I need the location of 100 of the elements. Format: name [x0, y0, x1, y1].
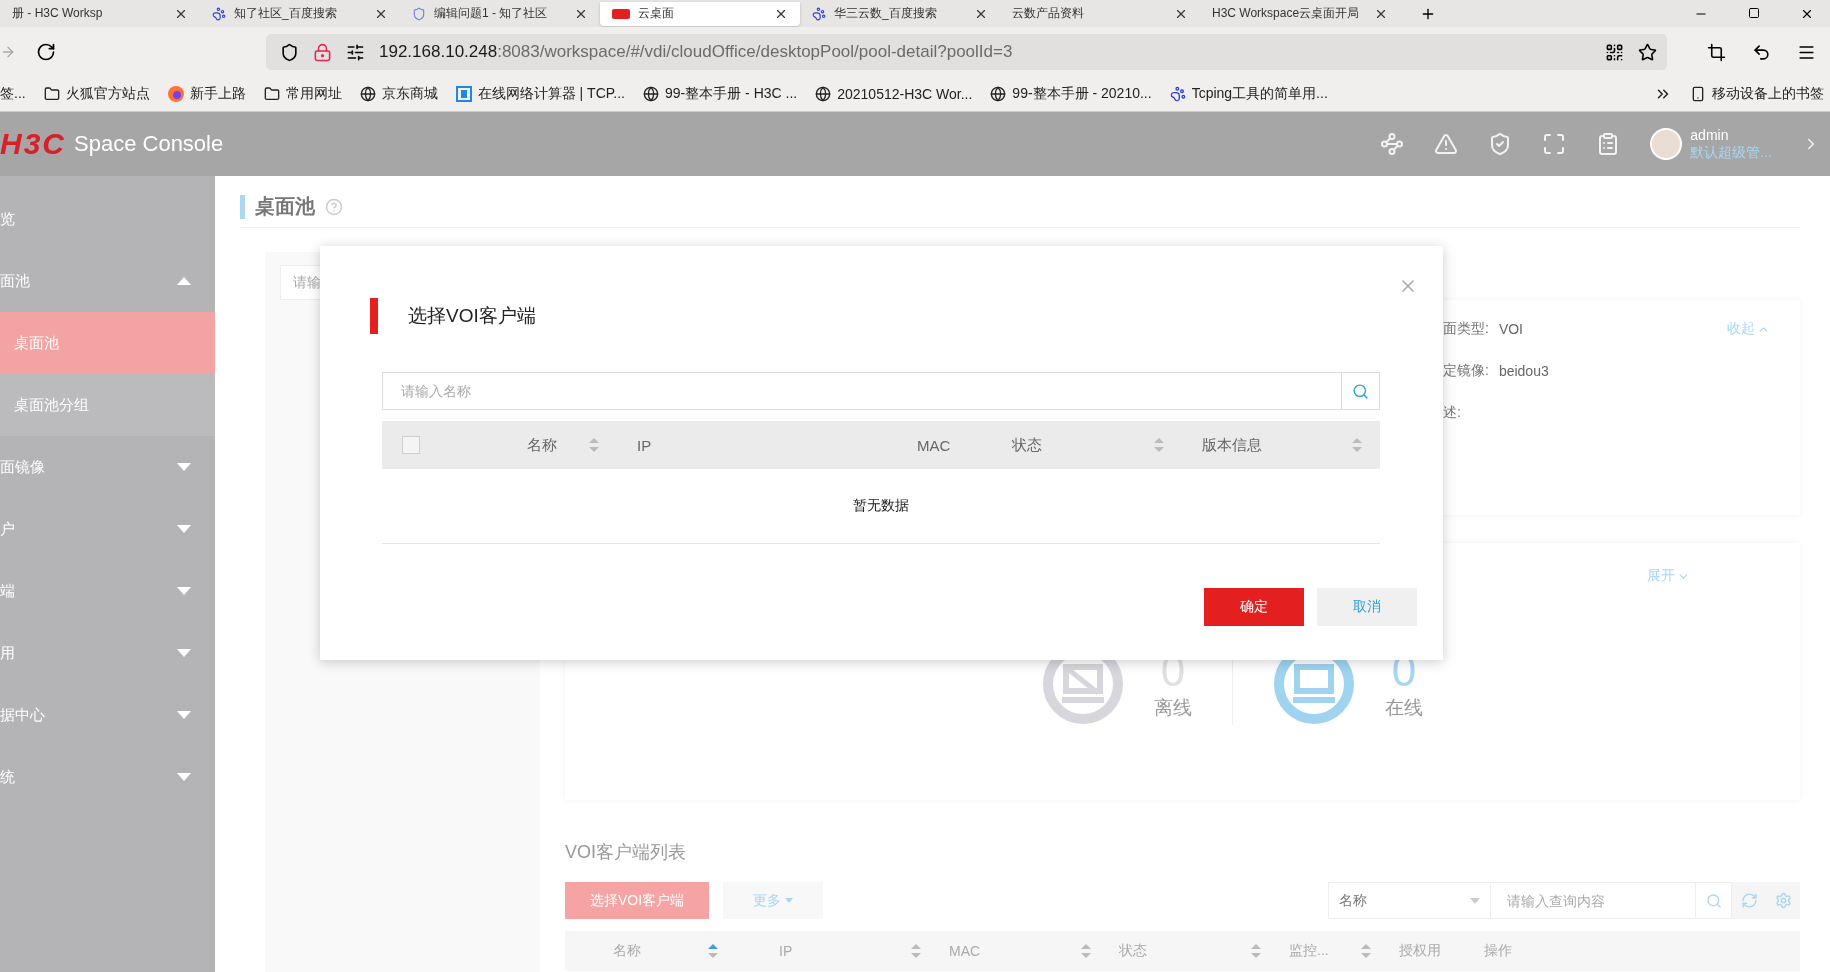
bookmark-link[interactable]: 移动设备上的书签: [1690, 85, 1824, 103]
permissions-icon: [346, 42, 365, 62]
caret-down-icon: [177, 649, 191, 657]
caret-down-icon: [177, 773, 191, 781]
browser-tab[interactable]: H3C Workspace云桌面开局: [1200, 1, 1400, 26]
sort-icon[interactable]: [911, 944, 921, 958]
caret-down-icon: [1470, 897, 1480, 904]
column-header: MAC: [917, 436, 951, 454]
fullscreen-icon[interactable]: [1542, 132, 1567, 156]
address-bar[interactable]: 192.168.10.248:8083/workspace/#/vdi/cloudOffice/desktopPool/pool-detail?poolId=3: [266, 34, 1667, 70]
globe-icon: [815, 86, 832, 102]
info-value: beidou3: [1498, 363, 1549, 379]
undo-icon[interactable]: [1752, 42, 1771, 62]
browser-tab[interactable]: 册 - H3C Worksp: [0, 1, 200, 26]
column-header: 名称: [527, 435, 557, 455]
bookmark-link[interactable]: 常用网址: [263, 85, 342, 103]
caret-down-icon: [177, 525, 191, 533]
page-title: 桌面池: [255, 194, 315, 219]
column-header: IP: [637, 436, 652, 454]
caret-down-icon: [177, 711, 191, 719]
dialog-title: 选择VOI客户端: [408, 304, 536, 328]
column-header: 监控...: [1289, 942, 1329, 960]
stat-label: 在线: [1385, 696, 1423, 720]
paw-icon: [812, 6, 826, 21]
alert-icon[interactable]: [1434, 132, 1459, 156]
confirm-button[interactable]: 确定: [1204, 588, 1304, 626]
user-role: 默认超级管...: [1690, 144, 1772, 161]
column-header: 操作: [1484, 942, 1512, 960]
browser-tab[interactable]: 云数产品资料: [1000, 1, 1200, 26]
globe-icon: [990, 86, 1007, 102]
bookmark-link[interactable]: 火狐官方站点: [43, 85, 150, 103]
bookmark-link[interactable]: Tcping工具的简单用...: [1169, 85, 1328, 103]
browser-tab[interactable]: 华三云数_百度搜索: [800, 1, 1000, 26]
globe-icon: [642, 86, 659, 102]
url-path: :8083/workspace/#/vdi/cloudOffice/desktopPool/pool-detail?poolId=3: [497, 42, 1014, 62]
logo-text: H3C: [0, 127, 66, 161]
bookmark-link[interactable]: 99-整本手册 - 20210...: [990, 85, 1152, 103]
browser-tab[interactable]: 编辑问题1 - 知了社区: [400, 1, 600, 26]
bookmark-link[interactable]: 在线网络计算器 | TCP...: [455, 85, 625, 103]
route-icon[interactable]: [1380, 132, 1405, 156]
settings-icon: [1774, 892, 1792, 909]
qr-code-icon[interactable]: [1605, 42, 1624, 62]
search-field[interactable]: 请输入名称: [382, 372, 1342, 410]
stat-label: 离线: [1154, 696, 1192, 720]
section-title: VOI客户端列表: [565, 841, 687, 864]
column-header: 授权用: [1399, 942, 1441, 960]
sort-icon[interactable]: [1251, 944, 1261, 958]
help-icon[interactable]: [325, 197, 343, 216]
checkbox[interactable]: [402, 436, 420, 454]
globe-icon: [359, 86, 376, 102]
refresh-icon: [1740, 892, 1758, 909]
lock-icon: [313, 42, 332, 62]
search-icon: [1705, 892, 1722, 909]
bookmark-link[interactable]: 99-整本手册 - H3C ...: [642, 85, 798, 103]
bookmark-link[interactable]: 签...: [0, 85, 26, 103]
settings-button[interactable]: [1766, 882, 1800, 919]
browser-tab[interactable]: 知了社区_百度搜索: [200, 1, 400, 26]
paw-icon: [212, 6, 226, 21]
shield-icon: [412, 6, 426, 21]
empty-message: 暂无数据: [853, 497, 909, 515]
reload-icon[interactable]: [36, 42, 56, 62]
info-label: 定镜像:: [1443, 362, 1489, 380]
search-icon: [1352, 382, 1369, 400]
shield-icon: [280, 42, 299, 62]
paw-icon: [1169, 86, 1186, 102]
column-header: 状态: [1119, 942, 1147, 960]
bookmark-link[interactable]: 20210512-H3C Wor...: [815, 86, 973, 102]
url-host: 192.168.10.248: [379, 42, 498, 62]
column-header: 状态: [1012, 435, 1042, 455]
forward-icon[interactable]: [0, 44, 16, 60]
column-header: 版本信息: [1202, 435, 1262, 455]
query-field[interactable]: 请输入查询内容: [1491, 882, 1696, 919]
crop-icon[interactable]: [1707, 42, 1726, 62]
bookmark-link[interactable]: 新手上路: [167, 85, 246, 103]
maximize-icon[interactable]: [1748, 6, 1760, 19]
bookmark-link[interactable]: 京东商城: [359, 85, 438, 103]
logo-icon: [612, 8, 630, 19]
search-button[interactable]: [1342, 372, 1380, 410]
sort-icon[interactable]: [1352, 438, 1362, 452]
sort-icon[interactable]: [1361, 944, 1371, 958]
calculator-icon: [455, 86, 472, 102]
sort-icon[interactable]: [589, 438, 599, 452]
info-label: 面类型:: [1443, 320, 1489, 338]
info-label: 述:: [1443, 404, 1461, 422]
sort-icon[interactable]: [1154, 438, 1164, 452]
sort-icon[interactable]: [1081, 944, 1091, 958]
avatar[interactable]: [1650, 128, 1683, 160]
caret-down-icon: [177, 463, 191, 471]
title-accent: [240, 194, 245, 219]
browser-tab[interactable]: 云桌面: [600, 1, 800, 26]
info-value: VOI: [1498, 321, 1523, 337]
filter-select[interactable]: 名称: [1328, 882, 1491, 919]
caret-up-icon: [177, 277, 191, 285]
star-icon[interactable]: [1638, 42, 1657, 62]
folder-icon: [263, 86, 280, 102]
refresh-button[interactable]: [1732, 882, 1766, 919]
search-button[interactable]: [1696, 882, 1732, 919]
sort-icon[interactable]: [707, 944, 718, 958]
title-accent: [370, 298, 378, 334]
fox-icon: [167, 86, 184, 102]
